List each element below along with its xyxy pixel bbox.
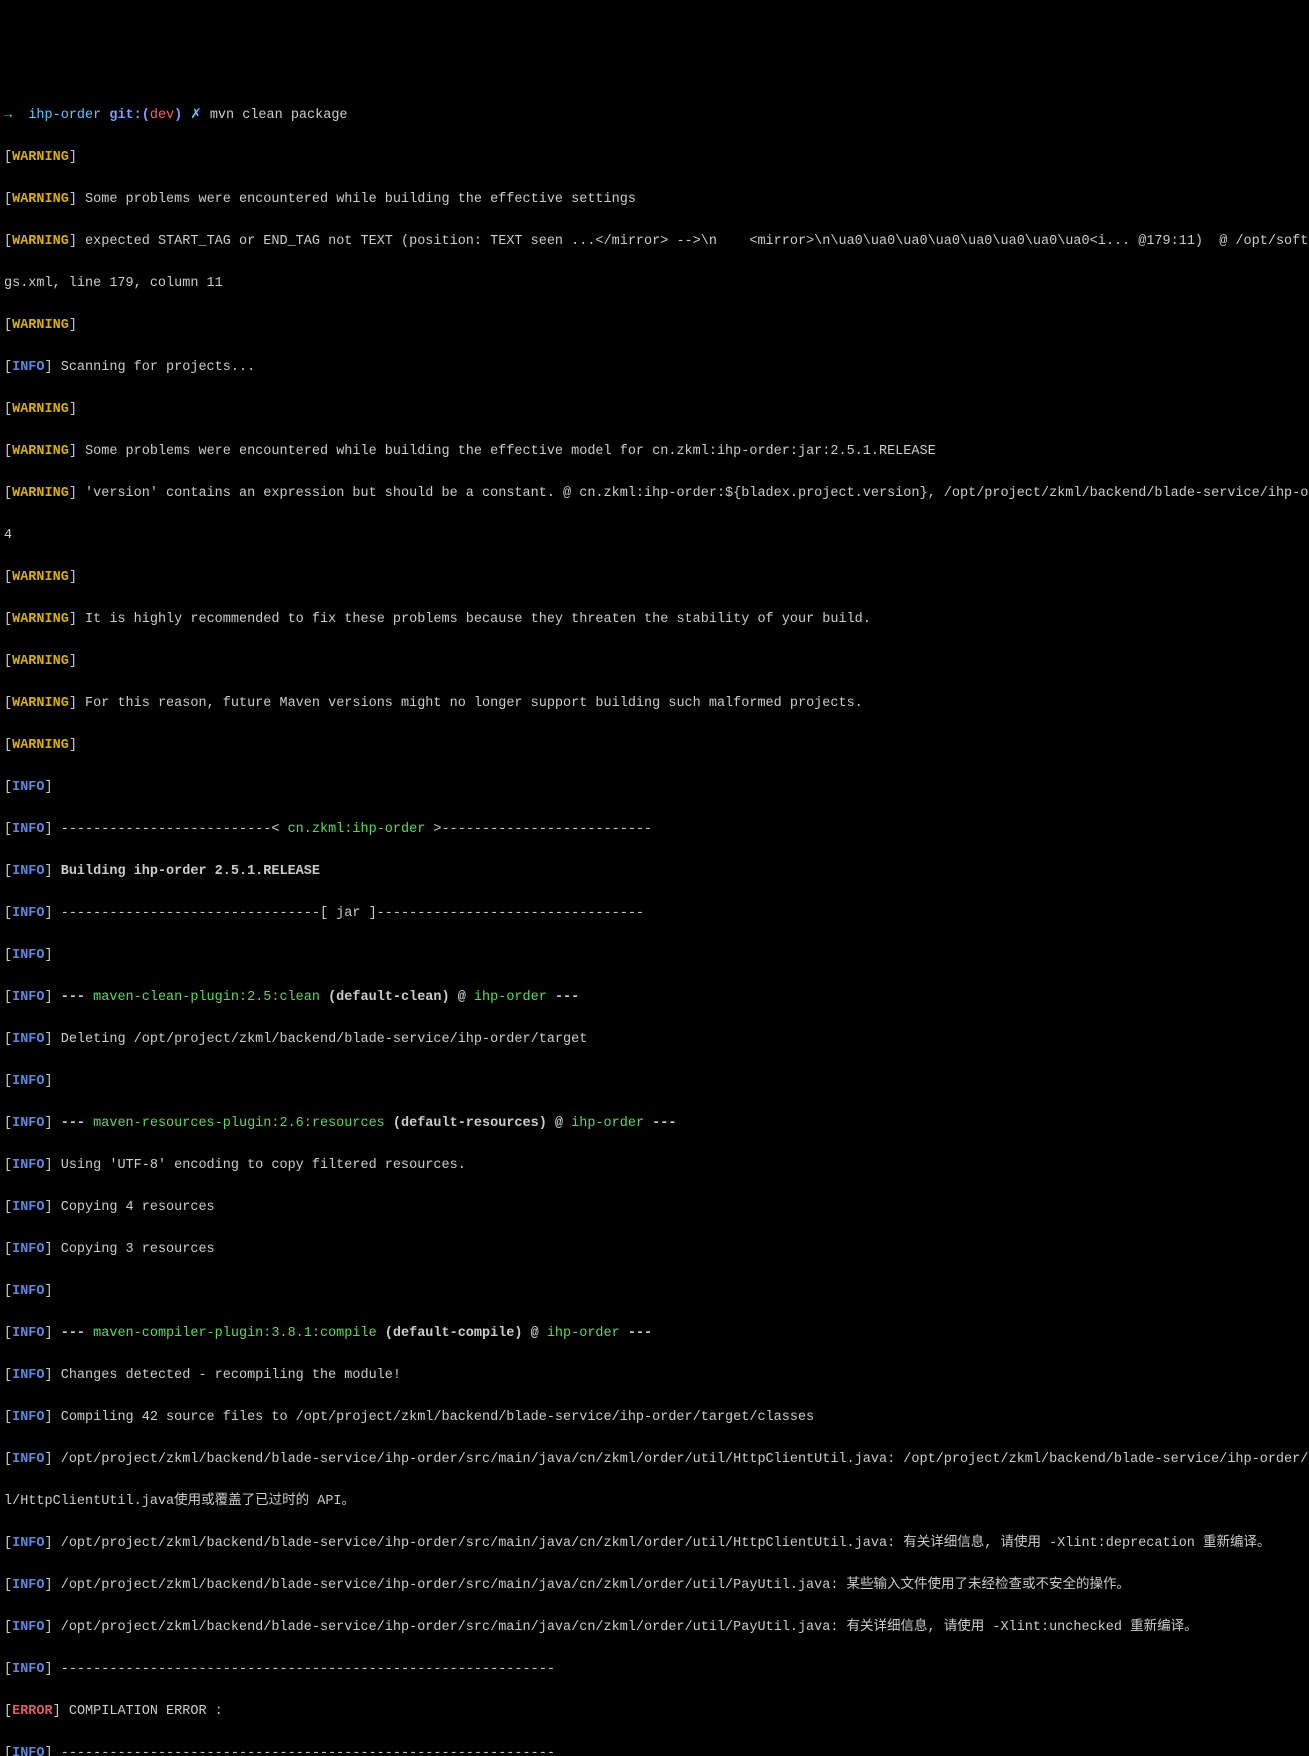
log-line: [WARNING] [4,735,1305,756]
log-line: [WARNING] [4,567,1305,588]
log-line: 4 [4,525,1305,546]
log-line: [WARNING] expected START_TAG or END_TAG … [4,231,1305,252]
prompt-git-close: ) [174,108,182,123]
log-line: [INFO] Building ihp-order 2.5.1.RELEASE [4,861,1305,882]
log-line: [INFO] [4,1281,1305,1302]
log-line: [INFO] --- maven-resources-plugin:2.6:re… [4,1113,1305,1134]
log-line: [INFO] [4,777,1305,798]
plugin-resources: maven-resources-plugin:2.6:resources [93,1116,385,1131]
log-line: [INFO] Scanning for projects... [4,357,1305,378]
log-line: l/HttpClientUtil.java使用或覆盖了已过时的 API。 [4,1491,1305,1512]
log-line: [INFO] Using 'UTF-8' encoding to copy fi… [4,1155,1305,1176]
prompt-line: → ihp-order git:(dev) ✗ mvn clean packag… [4,105,1305,126]
prompt-dir: ihp-order [28,108,101,123]
log-line: [ERROR] COMPILATION ERROR : [4,1701,1305,1722]
prompt-branch: dev [150,108,174,123]
plugin-clean: maven-clean-plugin:2.5:clean [93,990,320,1005]
log-line: [WARNING] Some problems were encountered… [4,441,1305,462]
log-line: [INFO] --- maven-clean-plugin:2.5:clean … [4,987,1305,1008]
level-info: INFO [12,360,44,375]
log-line: [INFO] ---------------------------------… [4,1659,1305,1680]
command: mvn clean package [210,108,348,123]
log-line: [INFO] ---------------------------------… [4,1743,1305,1756]
prompt-git: git:( [109,108,150,123]
log-line: [INFO] /opt/project/zkml/backend/blade-s… [4,1449,1305,1470]
log-line: [WARNING] 'version' contains an expressi… [4,483,1305,504]
log-line: [INFO] Deleting /opt/project/zkml/backen… [4,1029,1305,1050]
level-error: ERROR [12,1704,53,1719]
log-line: [INFO] Compiling 42 source files to /opt… [4,1407,1305,1428]
log-line: [INFO] --------------------------< cn.zk… [4,819,1305,840]
project-name: cn.zkml:ihp-order [288,822,426,837]
log-line: [INFO] /opt/project/zkml/backend/blade-s… [4,1575,1305,1596]
log-line: [WARNING] [4,399,1305,420]
log-line: [INFO] --- maven-compiler-plugin:3.8.1:c… [4,1323,1305,1344]
plugin-compiler: maven-compiler-plugin:3.8.1:compile [93,1326,377,1341]
log-line: [WARNING] [4,315,1305,336]
log-line: [INFO] Copying 3 resources [4,1239,1305,1260]
log-line: [WARNING] It is highly recommended to fi… [4,609,1305,630]
log-line: [INFO] /opt/project/zkml/backend/blade-s… [4,1617,1305,1638]
level-warning: WARNING [12,150,69,165]
log-line: [INFO] Copying 4 resources [4,1197,1305,1218]
log-line: [WARNING] [4,147,1305,168]
log-line: [INFO] [4,945,1305,966]
prompt-dirty: ✗ [190,108,201,123]
log-line: [INFO] /opt/project/zkml/backend/blade-s… [4,1533,1305,1554]
log-line: [WARNING] [4,651,1305,672]
log-line: [INFO] Changes detected - recompiling th… [4,1365,1305,1386]
log-line: [WARNING] Some problems were encountered… [4,189,1305,210]
prompt-arrow: → [4,108,12,123]
log-line: [WARNING] For this reason, future Maven … [4,693,1305,714]
log-line: [INFO] [4,1071,1305,1092]
terminal-output[interactable]: → ihp-order git:(dev) ✗ mvn clean packag… [0,84,1309,1756]
log-line: [INFO] --------------------------------[… [4,903,1305,924]
log-line: gs.xml, line 179, column 11 [4,273,1305,294]
